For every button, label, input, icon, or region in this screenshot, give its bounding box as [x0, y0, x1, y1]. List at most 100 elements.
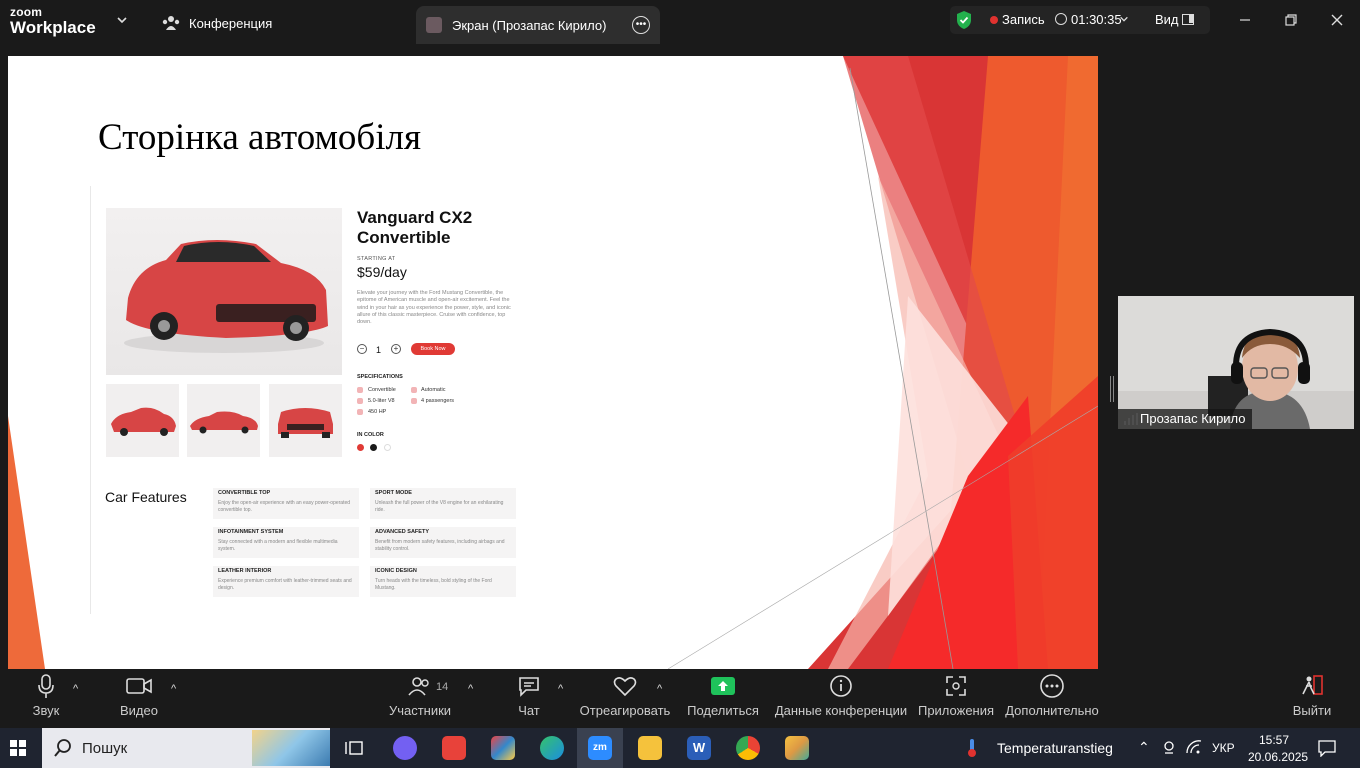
- notifications-icon[interactable]: [1318, 739, 1336, 757]
- feature-title: ADVANCED SAFETY: [375, 529, 429, 535]
- chevron-down-icon[interactable]: [116, 14, 128, 26]
- chat-button[interactable]: Чат: [509, 669, 549, 728]
- apps-button[interactable]: Приложения: [917, 669, 995, 728]
- viber-icon[interactable]: [393, 736, 417, 760]
- search-highlight-image: [252, 730, 330, 766]
- caret-up-icon[interactable]: ^: [171, 683, 176, 695]
- paint-icon[interactable]: [491, 736, 515, 760]
- chat-icon: [519, 677, 539, 697]
- feature-card: LEATHER INTERIOR Experience premium comfo…: [213, 566, 359, 597]
- feature-card: INFOTAINMENT SYSTEM Stay connected with a…: [213, 527, 359, 558]
- view-button-label[interactable]: Вид: [1155, 12, 1179, 27]
- video-label: Видео: [120, 703, 158, 718]
- audio-label: Звук: [32, 703, 60, 718]
- feature-card: ICONIC DESIGN Turn heads with the timeles…: [370, 566, 516, 597]
- quantity-plus-button[interactable]: +: [391, 344, 401, 354]
- caret-up-icon[interactable]: ^: [657, 683, 662, 695]
- meeting-info-button[interactable]: Данные конференции: [775, 669, 907, 728]
- wifi-icon[interactable]: [1186, 740, 1202, 754]
- clock-time[interactable]: 15:57: [1259, 733, 1289, 747]
- share-label: Поделиться: [687, 703, 759, 718]
- caret-up-icon[interactable]: ^: [468, 683, 473, 695]
- transmission-icon: [411, 387, 417, 393]
- car-thumbnail[interactable]: [187, 384, 260, 457]
- more-icon[interactable]: •••: [632, 16, 650, 34]
- color-swatch-white[interactable]: [384, 444, 391, 451]
- quantity-minus-button[interactable]: −: [357, 344, 367, 354]
- close-icon[interactable]: [1327, 10, 1347, 30]
- shared-screen: Сторінка автомобіля Vanguard CX2 Convert…: [8, 56, 1098, 669]
- feature-card: SPORT MODE Unleash the full power of the …: [370, 488, 516, 519]
- quantity-value: 1: [376, 345, 382, 355]
- share-screen-icon: [711, 677, 735, 695]
- leave-button[interactable]: Выйти: [1292, 669, 1332, 728]
- shield-icon[interactable]: [955, 10, 973, 30]
- react-label: Отреагировать: [579, 703, 671, 718]
- divider: [90, 186, 91, 614]
- book-now-button[interactable]: Book Now: [411, 343, 455, 355]
- tab-screen-share[interactable]: Экран (Прозапас Кирило) •••: [416, 6, 660, 44]
- info-icon: [830, 675, 852, 697]
- chevron-down-icon[interactable]: [1119, 14, 1129, 24]
- participants-button[interactable]: Участники: [388, 669, 452, 728]
- video-camera-icon: [126, 678, 152, 694]
- slide-title: Сторінка автомобіля: [98, 117, 421, 158]
- meeting-toolbar: Звук ^ Видео ^ Участники 14 ^ Чат ^ Отре…: [0, 669, 1360, 728]
- camera-tray-icon[interactable]: [1162, 740, 1176, 754]
- audio-button[interactable]: Звук: [26, 669, 66, 728]
- color-swatch-red[interactable]: [357, 444, 364, 451]
- feature-title: LEATHER INTERIOR: [218, 568, 272, 574]
- spec-item: 4 passengers: [421, 398, 455, 404]
- feature-title: CONVERTIBLE TOP: [218, 490, 271, 496]
- car-thumbnail[interactable]: [106, 384, 179, 457]
- more-button[interactable]: Дополнительно: [1005, 669, 1099, 728]
- participants-label: Участники: [388, 703, 452, 718]
- keyboard-language[interactable]: УКР: [1212, 741, 1235, 755]
- more-label: Дополнительно: [1005, 703, 1099, 718]
- car-main-image: [106, 208, 342, 375]
- feature-desc: Unleash the full power of the V8 engine …: [375, 500, 504, 513]
- meeting-timer: 01:30:35: [1071, 12, 1122, 27]
- spec-item: Automatic: [421, 387, 446, 393]
- recording-label[interactable]: Запись: [1002, 12, 1045, 27]
- engine-icon: [357, 398, 363, 404]
- file-explorer-icon[interactable]: [638, 736, 662, 760]
- caret-up-icon[interactable]: ^: [558, 683, 563, 695]
- price: $59/day: [357, 264, 407, 280]
- horsepower-icon: [357, 409, 363, 415]
- car-name: Vanguard CX2 Convertible: [357, 208, 473, 247]
- tray-expand-icon[interactable]: ⌃: [1138, 739, 1150, 756]
- video-button[interactable]: Видео: [114, 669, 164, 728]
- in-color-label: IN COLOR: [357, 432, 384, 438]
- tab-meeting[interactable]: Конференция: [162, 10, 272, 36]
- edge-browser-icon[interactable]: [540, 736, 564, 760]
- leave-icon: [1302, 675, 1323, 695]
- chrome-icon[interactable]: [736, 736, 760, 760]
- apps-label: Приложения: [917, 703, 995, 718]
- feature-desc: Experience premium comfort with leather-…: [218, 578, 352, 591]
- search-placeholder: Пошук: [82, 740, 128, 757]
- paint-3d-icon[interactable]: [785, 736, 809, 760]
- weather-text[interactable]: Temperaturanstieg: [997, 740, 1113, 756]
- thermometer-icon: [968, 739, 976, 757]
- presenter-avatar: [426, 17, 442, 33]
- leave-label: Выйти: [1292, 703, 1332, 718]
- resize-handle[interactable]: [1110, 376, 1114, 402]
- windows-start-icon[interactable]: [10, 740, 26, 756]
- react-button[interactable]: Отреагировать: [580, 669, 670, 728]
- minimize-icon[interactable]: [1235, 10, 1255, 30]
- search-icon: [54, 739, 71, 757]
- participant-video-tile[interactable]: Прозапас Кирило: [1118, 296, 1354, 429]
- clock-date[interactable]: 20.06.2025: [1248, 750, 1308, 764]
- restore-icon[interactable]: [1281, 10, 1301, 30]
- car-thumbnail[interactable]: [269, 384, 342, 457]
- zoom-app-icon[interactable]: zm: [588, 736, 612, 760]
- share-screen-button[interactable]: Поделиться: [687, 669, 759, 728]
- task-view-icon[interactable]: [345, 739, 363, 757]
- view-layout-icon[interactable]: [1182, 14, 1194, 25]
- title-bar: zoom Workplace Конференция Экран (Прозап…: [0, 0, 1360, 44]
- color-swatch-black[interactable]: [370, 444, 377, 451]
- wps-office-icon[interactable]: [442, 736, 466, 760]
- word-icon[interactable]: W: [687, 736, 711, 760]
- caret-up-icon[interactable]: ^: [73, 683, 78, 695]
